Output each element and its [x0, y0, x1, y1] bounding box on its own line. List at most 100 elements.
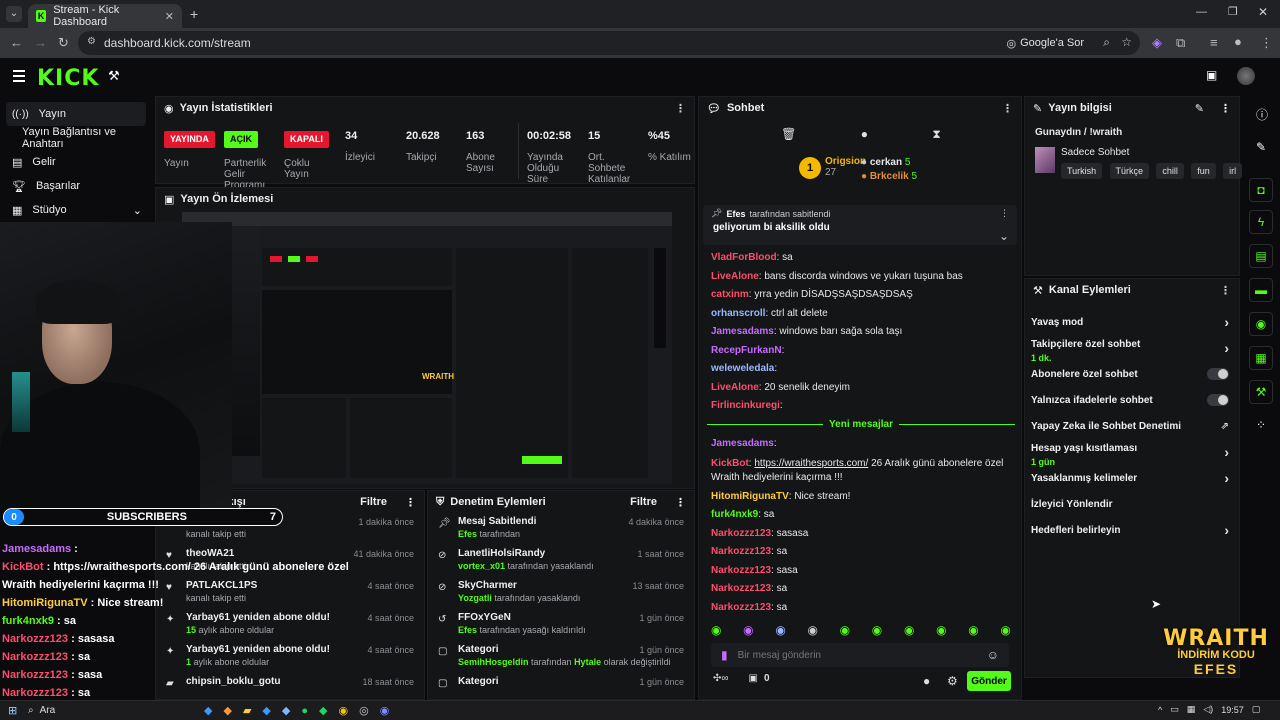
- chat-username[interactable]: LiveAlone: [711, 271, 759, 282]
- points-icon[interactable]: ✣∞: [713, 673, 729, 684]
- moderation-row[interactable]: 📌︎ Mesaj Sabitlendi Efes tarafından 4 da…: [428, 513, 694, 545]
- emote-icon[interactable]: ◉: [840, 623, 850, 637]
- pinned-expand-icon[interactable]: ⌄: [999, 229, 1009, 243]
- emote-icon[interactable]: ◉: [936, 623, 946, 637]
- volume-icon[interactable]: ◁): [1203, 704, 1213, 715]
- chat-message[interactable]: LiveAlone: 20 senelik deneyim: [699, 379, 1023, 398]
- emote-only-toggle[interactable]: [1207, 394, 1229, 406]
- chat-message[interactable]: HitomiRigunaTV: Nice stream!: [699, 488, 1023, 507]
- trash-icon[interactable]: 🗑︎: [781, 127, 796, 141]
- forward-icon[interactable]: →: [34, 35, 47, 50]
- bookmark-star-icon[interactable]: ☆: [1121, 35, 1132, 49]
- tag[interactable]: fun: [1191, 163, 1216, 179]
- chat-message[interactable]: Firlincinkuregi:: [699, 397, 1023, 416]
- rail-lightning-icon[interactable]: ϟ: [1249, 210, 1273, 234]
- info-menu-icon[interactable]: ⋮: [1220, 102, 1231, 115]
- rail-chat-icon[interactable]: ▬: [1249, 278, 1273, 302]
- new-tab-icon[interactable]: +: [190, 6, 198, 22]
- sidebar-item-studio[interactable]: ▦ Stüdyo ⌄: [0, 198, 152, 222]
- tab-search-chevron-icon[interactable]: ⌄: [6, 6, 22, 22]
- pinned-menu-icon[interactable]: ⋮: [1000, 208, 1009, 219]
- settings-gear-icon[interactable]: ⚙: [947, 674, 958, 688]
- tag[interactable]: irl: [1223, 163, 1243, 179]
- google-ask-button[interactable]: ◎ Google'a Sor: [1007, 34, 1084, 52]
- taskbar-app-icon[interactable]: ◆: [319, 704, 327, 717]
- chrome-icon[interactable]: ◉: [338, 704, 348, 717]
- chat-username[interactable]: furk4nxk9: [711, 509, 758, 520]
- moderation-filter-button[interactable]: Filtre: [630, 496, 657, 508]
- zoom-icon[interactable]: ⌕: [1103, 35, 1110, 50]
- taskbar-app-icon[interactable]: ◆: [223, 704, 231, 717]
- network-icon[interactable]: ▦: [1187, 704, 1196, 715]
- chat-message[interactable]: RecepFurkanN:: [699, 342, 1023, 361]
- clock[interactable]: 19:57: [1221, 705, 1244, 715]
- tag[interactable]: Türkçe: [1109, 163, 1150, 179]
- tab-close-icon[interactable]: ✕: [165, 10, 174, 23]
- tray-chevron-icon[interactable]: ^: [1158, 705, 1162, 715]
- action-subs-only[interactable]: Abonelere özel sohbet: [1025, 361, 1239, 387]
- rail-wrench-icon[interactable]: ⚒: [1249, 380, 1273, 404]
- hamburger-menu-icon[interactable]: [13, 70, 25, 82]
- taskbar-search[interactable]: ⌕ Ara: [28, 703, 188, 718]
- stats-menu-icon[interactable]: ⋮: [675, 102, 686, 115]
- chat-username[interactable]: RecepFurkanN: [711, 345, 782, 356]
- chat-username[interactable]: Narkozzz123: [711, 528, 771, 539]
- moderation-row[interactable]: ⊘ LanetliHolsiRandy vortex_x01 tarafında…: [428, 545, 694, 577]
- chat-message[interactable]: Narkozzz123: sa: [699, 580, 1023, 599]
- back-icon[interactable]: ←: [10, 35, 23, 50]
- profile-icon[interactable]: ●: [1234, 34, 1242, 49]
- taskbar-app-icon[interactable]: ▰: [243, 704, 251, 717]
- emote-icon[interactable]: ◉: [743, 623, 753, 637]
- send-button[interactable]: Gönder: [967, 671, 1011, 691]
- action-slow-mode[interactable]: Yavaş mod ›: [1025, 309, 1239, 335]
- chat-username[interactable]: LiveAlone: [711, 382, 759, 393]
- pencil-icon[interactable]: ✎: [1256, 140, 1266, 154]
- creator-icon[interactable]: ▣: [1206, 68, 1217, 82]
- emote-icon[interactable]: ◉: [807, 623, 817, 637]
- chat-username[interactable]: orhanscroll: [711, 308, 765, 319]
- rail-camera-icon[interactable]: ◘: [1249, 178, 1273, 202]
- chat-message[interactable]: KickBot: https://wraithesports.com/ 26 A…: [699, 454, 1023, 488]
- url-input[interactable]: ⚙ dashboard.kick.com/stream ◎ Google'a S…: [78, 31, 1140, 55]
- taskbar-app-icon[interactable]: ◆: [282, 704, 290, 717]
- wrench-icon[interactable]: ⚒: [108, 68, 120, 84]
- chat-bubble-icon[interactable]: ●: [923, 674, 930, 688]
- chat-message[interactable]: Jamesadams:: [699, 435, 1023, 454]
- rail-document-icon[interactable]: ▤: [1249, 244, 1273, 268]
- moderation-menu-icon[interactable]: ⋮: [675, 496, 686, 509]
- chat-message-input[interactable]: [737, 649, 977, 661]
- reload-icon[interactable]: ↻: [58, 35, 69, 51]
- chat-username[interactable]: Jamesadams: [711, 438, 774, 449]
- moderation-row[interactable]: ↺ FFOxYGeN Efes tarafından yasağı kaldır…: [428, 609, 694, 641]
- chat-message[interactable]: Narkozzz123: sasasa: [699, 525, 1023, 544]
- chat-mode-icon[interactable]: ●: [861, 127, 868, 141]
- actions-menu-icon[interactable]: ⋮: [1220, 284, 1231, 297]
- subs-only-toggle[interactable]: [1207, 368, 1229, 380]
- action-goals[interactable]: Hedefleri belirleyin ›: [1025, 517, 1239, 543]
- chat-username[interactable]: Narkozzz123: [711, 546, 771, 557]
- chat-message[interactable]: Jamesadams: windows barı sağa sola taşı: [699, 323, 1023, 342]
- chat-message[interactable]: VladForBlood: sa: [699, 249, 1023, 268]
- edit-info-icon[interactable]: ✎: [1195, 102, 1204, 115]
- chat-username[interactable]: Narkozzz123: [711, 565, 771, 576]
- window-close-icon[interactable]: ✕: [1258, 5, 1268, 19]
- action-raid[interactable]: İzleyici Yönlendir: [1025, 491, 1239, 517]
- category-name[interactable]: Sadece Sohbet: [1061, 147, 1129, 158]
- chat-username[interactable]: Narkozzz123: [711, 583, 771, 594]
- emote-icon[interactable]: ◉: [904, 623, 914, 637]
- emote-icon[interactable]: ◉: [968, 623, 978, 637]
- sidebar-item-achievements[interactable]: 🏆︎ Başarılar: [0, 174, 152, 198]
- tag[interactable]: Turkish: [1061, 163, 1103, 179]
- chat-message[interactable]: Narkozzz123: sa: [699, 599, 1023, 618]
- chat-message[interactable]: Narkozzz123: sasa: [699, 562, 1023, 581]
- chat-message[interactable]: catxinm: yrra yedin DİSADŞSAŞDSAŞDSAŞ: [699, 286, 1023, 305]
- notification-icon[interactable]: ▢: [1252, 704, 1261, 715]
- moderation-row[interactable]: ▢ Kategori SemihHosgeldin tarafından Hyt…: [428, 641, 694, 673]
- taskbar-app-icon[interactable]: ◆: [204, 704, 212, 717]
- chat-message[interactable]: orhanscroll: ctrl alt delete: [699, 305, 1023, 324]
- more-icon[interactable]: ⁘: [1256, 418, 1266, 432]
- chat-username[interactable]: Firlincinkuregi: [711, 400, 780, 411]
- sidebar-item-stream[interactable]: ((·)) Yayın: [6, 102, 146, 126]
- chat-message[interactable]: furk4nxk9: sa: [699, 506, 1023, 525]
- pinned-message[interactable]: 📌︎ Efes tarafından sabitlendi ⋮ geliyoru…: [703, 205, 1017, 245]
